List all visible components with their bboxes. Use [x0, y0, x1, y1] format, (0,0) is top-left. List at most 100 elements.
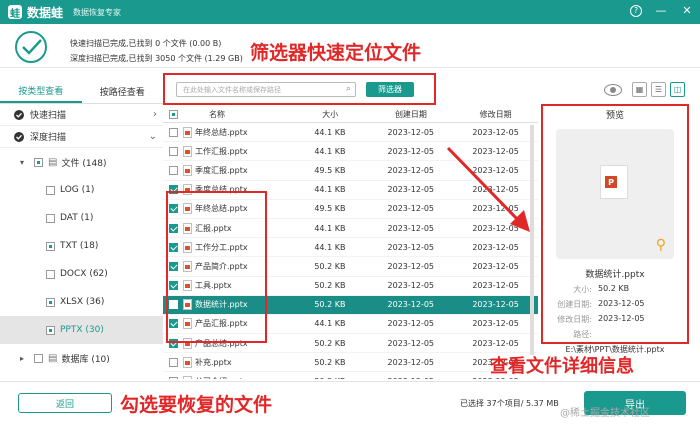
column-header-modified[interactable]: 修改日期 [453, 109, 538, 120]
grid-view-icon[interactable]: ▦ [632, 82, 647, 97]
tree-item-label: XLSX (36) [60, 297, 105, 307]
annotation-box-search [163, 73, 436, 105]
list-view-icon[interactable]: ☰ [651, 82, 666, 97]
help-icon[interactable]: ? [630, 5, 642, 17]
select-all-checkbox[interactable] [169, 110, 178, 119]
row-checkbox[interactable] [169, 146, 178, 156]
tree-item[interactable]: DOCX (62) [0, 260, 163, 288]
tree-checkbox[interactable] [34, 353, 43, 363]
sidebar: 按类型查看 按路径查看 快速扫描 › 深度扫描 ⌄ ▾ ▤ 文件 (148) LOG … [0, 80, 163, 380]
tree-item[interactable]: PPTX (30) [0, 316, 163, 344]
tree-item-label: TXT (18) [60, 241, 99, 251]
tree-checkbox[interactable] [46, 185, 55, 195]
tree-item-label: DOCX (62) [60, 269, 108, 279]
created-date: 2023-12-05 [368, 377, 453, 379]
tree-item[interactable]: DAT (1) [0, 204, 163, 232]
pptx-file-icon [183, 356, 192, 368]
tree-item[interactable]: XLSX (36) [0, 288, 163, 316]
tree-item-label: 文件 (148) [61, 158, 107, 169]
tree-item-label: 数据库 (10) [61, 354, 110, 365]
size-label: 大小: [573, 285, 592, 294]
detail-view-icon[interactable]: ◫ [670, 82, 685, 97]
table-row[interactable]: 补充.pptx 50.2 KB 2023-12-05 2023-12-05 [163, 353, 538, 373]
annotation-filter: 筛选器快速定位文件 [250, 42, 422, 64]
pptx-file-icon: P [600, 165, 628, 199]
check-mark-icon [14, 131, 24, 142]
tree-item-label: LOG (1) [60, 185, 95, 195]
size-value: 50.2 KB [598, 284, 630, 293]
tab-by-type[interactable]: 按类型查看 [0, 80, 82, 103]
file-size: 50.2 KB [291, 377, 368, 379]
sidebar-item-deep-scan[interactable]: 深度扫描 ⌄ [0, 126, 163, 148]
row-checkbox[interactable] [169, 165, 178, 175]
modified-date: 2023-12-05 [472, 300, 519, 310]
tree-checkbox[interactable] [46, 269, 55, 279]
table-row[interactable]: 公司介绍.pptx50.2 KB2023-12-052023-12-05 [163, 372, 538, 379]
expand-right-icon[interactable]: ▸ [20, 354, 30, 363]
column-header-created[interactable]: 创建日期 [369, 109, 454, 120]
tree-checkbox[interactable] [46, 325, 55, 335]
sidebar-item-quick-scan[interactable]: 快速扫描 › [0, 104, 163, 126]
column-header-size[interactable]: 大小 [292, 109, 369, 120]
modified-date: 2023-12-05 [472, 242, 519, 252]
scan-complete-check-icon [15, 31, 47, 63]
table-header: 名称 大小 创建日期 修改日期 [163, 107, 538, 123]
selection-summary: 已选择 37个项目/ 5.37 MB [460, 399, 559, 408]
tree-item[interactable]: TXT (18) [0, 232, 163, 260]
file-name: 工作汇报.pptx [195, 146, 248, 156]
tree-item[interactable]: ▾ ▤ 文件 (148) [0, 148, 163, 176]
zoom-icon[interactable]: ⚲ [656, 237, 666, 253]
file-type-tree: ▾ ▤ 文件 (148) LOG (1) DAT (1) TXT (18) DOCX (62… [0, 148, 163, 372]
tree-item[interactable]: LOG (1) [0, 176, 163, 204]
file-name: 季度汇报.pptx [195, 165, 248, 175]
created-date: 2023-12-05 [387, 261, 435, 271]
minimize-icon[interactable]: — [654, 4, 668, 18]
modified-date: 2023-12-05 [472, 261, 519, 271]
file-size: 49.5 KB [314, 165, 346, 175]
modified-date: 2023-12-05 [472, 127, 519, 137]
folder-icon: ▤ [48, 352, 58, 364]
row-checkbox[interactable] [169, 127, 178, 137]
created-value: 2023-12-05 [598, 299, 645, 308]
close-icon[interactable]: ✕ [680, 4, 694, 18]
tab-by-path[interactable]: 按路径查看 [82, 80, 164, 103]
expand-down-icon[interactable]: ▾ [20, 158, 30, 167]
file-size: 44.1 KB [314, 127, 346, 137]
column-header-name[interactable]: 名称 [179, 109, 292, 120]
tree-checkbox[interactable] [46, 213, 55, 223]
row-checkbox[interactable] [169, 377, 178, 379]
created-date: 2023-12-05 [387, 338, 435, 348]
modified-date: 2023-12-05 [472, 338, 519, 348]
watermark: @稀土掘金技术社区 [560, 408, 650, 419]
check-mark-icon [14, 109, 24, 120]
row-checkbox[interactable] [169, 357, 178, 367]
frog-logo-icon: 蛙 [8, 5, 22, 20]
file-name: 年终总结.pptx [195, 127, 248, 137]
modified-date: 2023-12-05 [472, 281, 519, 291]
tree-checkbox[interactable] [46, 297, 55, 307]
tree-checkbox[interactable] [34, 157, 43, 167]
created-label: 创建日期: [557, 300, 592, 309]
created-date: 2023-12-05 [387, 357, 435, 367]
file-size: 49.5 KB [314, 204, 346, 214]
file-size: 44.1 KB [314, 185, 346, 195]
annotation-arrow-icon [446, 146, 530, 232]
pptx-file-icon [183, 164, 192, 176]
tree-checkbox[interactable] [46, 241, 55, 251]
folder-icon: ▤ [48, 156, 58, 168]
sidebar-item-label: 快速扫描 [30, 111, 67, 121]
file-name: 公司介绍.pptx [195, 376, 248, 379]
back-button[interactable]: 返回 [18, 393, 112, 413]
annotation-box-checked-files [166, 191, 267, 343]
file-size: 50.2 KB [314, 357, 346, 367]
sidebar-item-label: 深度扫描 [30, 133, 67, 143]
file-size: 50.2 KB [314, 300, 346, 310]
annotation-select: 勾选要恢复的文件 [120, 394, 273, 416]
created-date: 2023-12-05 [387, 127, 435, 137]
tree-item-label: PPTX (30) [60, 325, 104, 335]
preview-toggle-eye-icon[interactable] [604, 83, 622, 96]
pptx-file-icon [183, 145, 192, 157]
created-date: 2023-12-05 [387, 319, 435, 329]
tree-item[interactable]: ▸ ▤ 数据库 (10) [0, 344, 163, 372]
file-size: 44.1 KB [314, 319, 346, 329]
